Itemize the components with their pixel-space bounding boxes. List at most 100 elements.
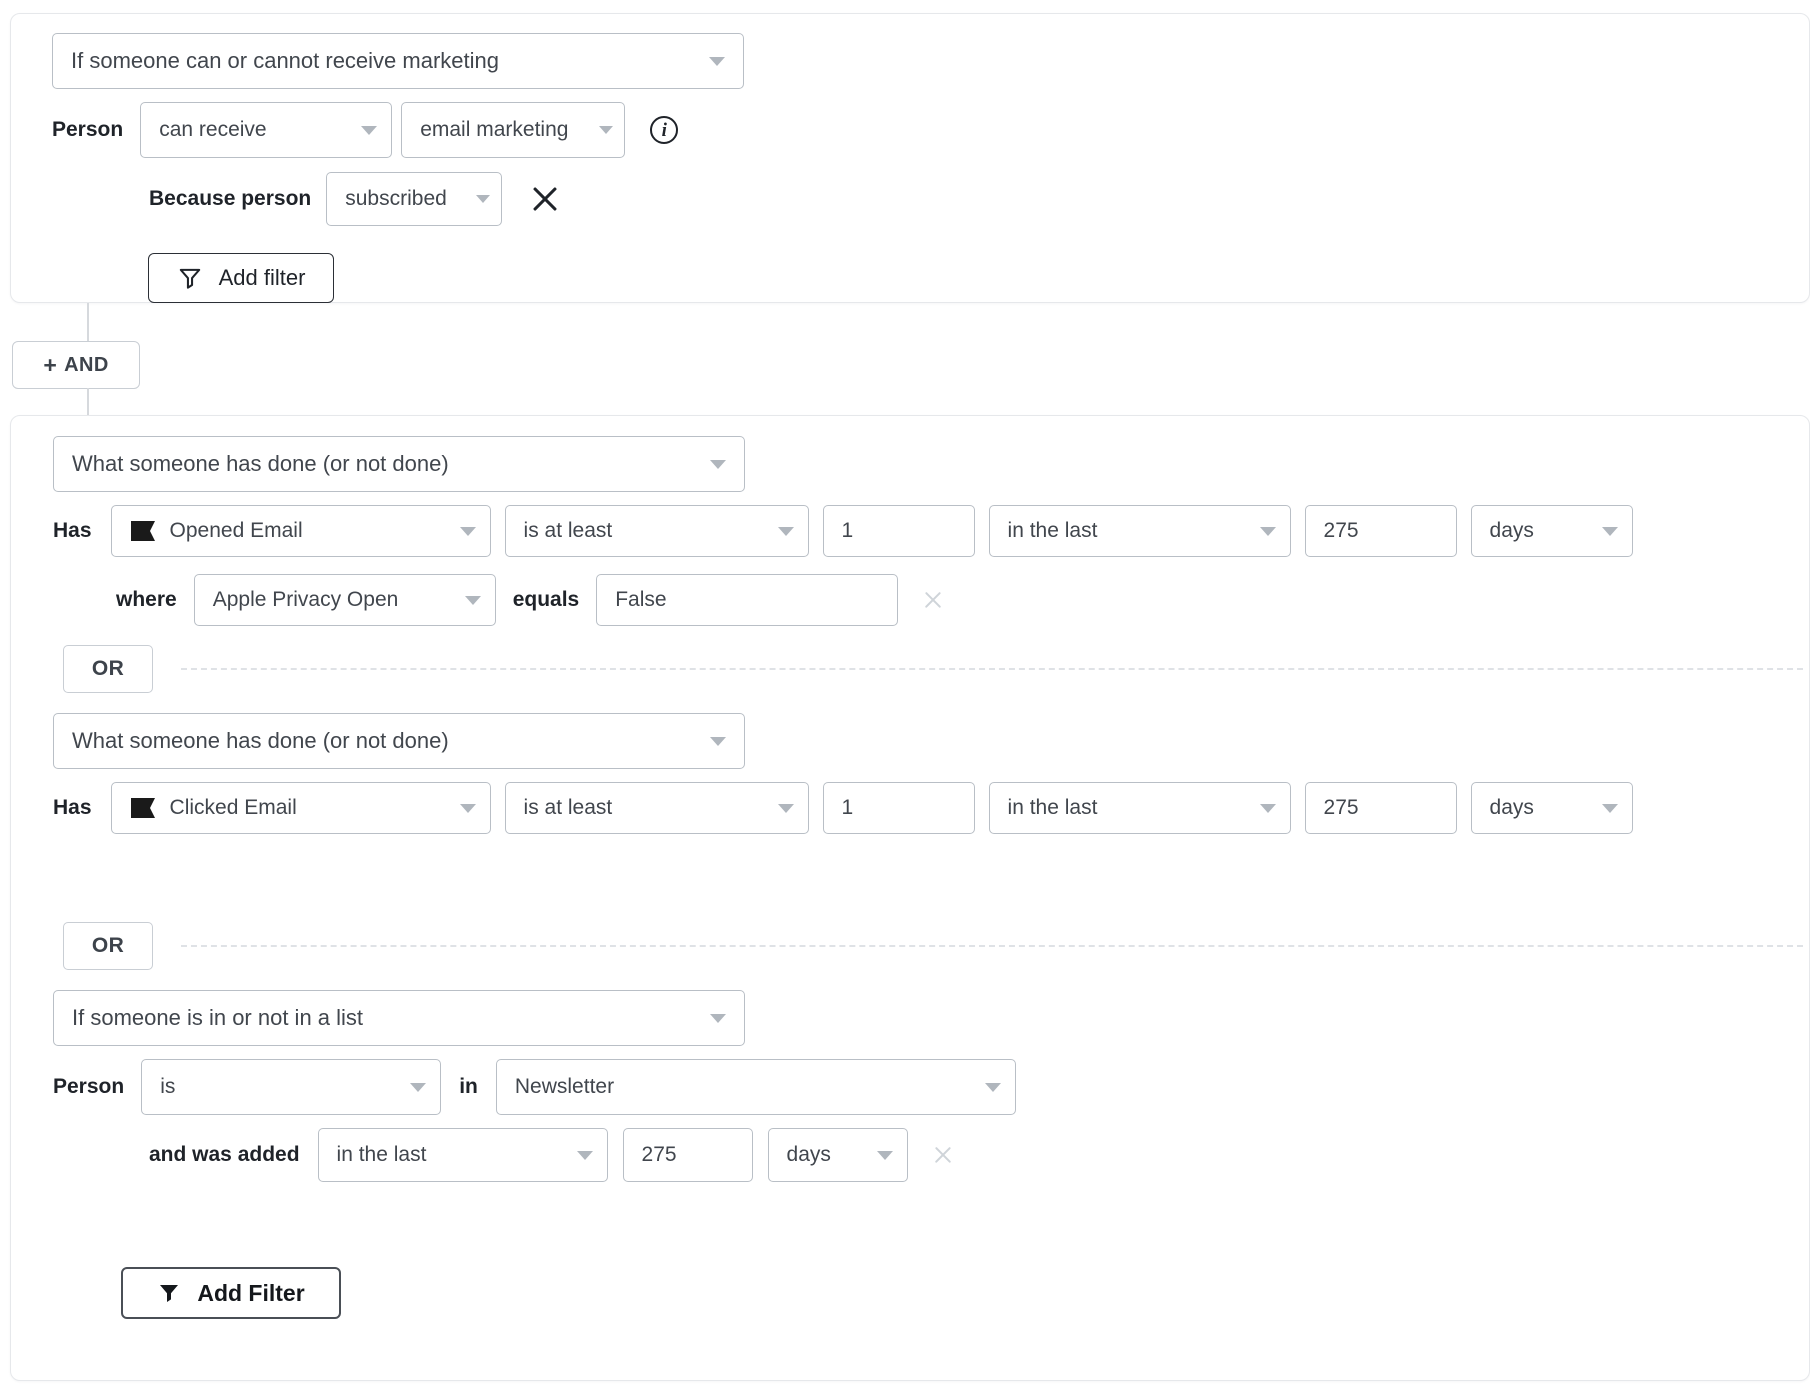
opened-email-amount-value: 275 — [1324, 519, 1359, 543]
remove-x-icon[interactable] — [930, 1142, 956, 1168]
or-divider-1: OR — [63, 645, 1803, 693]
clicked-email-event-value: Clicked Email — [170, 796, 297, 820]
opened-email-event-select[interactable]: Opened Email — [111, 505, 491, 557]
clicked-email-count-value: 1 — [842, 796, 854, 820]
opened-email-timeframe-select[interactable]: in the last — [989, 505, 1291, 557]
clicked-email-event-select[interactable]: Clicked Email — [111, 782, 491, 834]
in-list-type-row: If someone is in or not in a list — [53, 990, 745, 1046]
channel-value: email marketing — [420, 118, 568, 142]
chevron-down-icon — [778, 527, 794, 536]
and-label: AND — [64, 354, 109, 377]
condition-card-or-group: What someone has done (or not done) Has … — [10, 415, 1810, 1381]
info-circle-icon[interactable]: i — [650, 116, 678, 144]
added-timeframe-select[interactable]: in the last — [318, 1128, 608, 1182]
or-dashed-line — [181, 945, 1803, 947]
added-amount-input[interactable]: 275 — [623, 1128, 753, 1182]
chevron-down-icon — [778, 804, 794, 813]
or-button-2[interactable]: OR — [63, 922, 153, 970]
close-icon[interactable] — [529, 183, 561, 215]
added-timeframe-value: in the last — [337, 1143, 427, 1167]
chevron-down-icon — [361, 126, 377, 135]
opened-email-type-row: What someone has done (or not done) — [53, 436, 745, 492]
funnel-solid-icon — [157, 1281, 181, 1305]
event-flag-icon — [130, 520, 156, 542]
opened-email-operator-select[interactable]: is at least — [505, 505, 809, 557]
chevron-down-icon — [1260, 527, 1276, 536]
add-filter-label: Add Filter — [197, 1280, 304, 1307]
in-list-type-value: If someone is in or not in a list — [72, 1005, 363, 1031]
chevron-down-icon — [476, 195, 490, 203]
add-filter-label: Add filter — [219, 265, 306, 291]
marketing-person-row: Person can receive email marketing i — [52, 102, 678, 158]
chevron-down-icon — [709, 57, 725, 66]
opened-email-unit-select[interactable]: days — [1471, 505, 1633, 557]
event-flag-icon — [130, 797, 156, 819]
because-person-label: Because person — [149, 187, 311, 211]
clicked-email-unit-value: days — [1490, 796, 1534, 820]
clicked-email-amount-input[interactable]: 275 — [1305, 782, 1457, 834]
subscribed-select[interactable]: subscribed — [326, 172, 502, 226]
chevron-down-icon — [985, 1083, 1001, 1092]
clicked-email-timeframe-value: in the last — [1008, 796, 1098, 820]
in-list-type-select[interactable]: If someone is in or not in a list — [53, 990, 745, 1046]
added-amount-value: 275 — [642, 1143, 677, 1167]
list-name-value: Newsletter — [515, 1075, 614, 1099]
chevron-down-icon — [1602, 527, 1618, 536]
opened-email-timeframe-value: in the last — [1008, 519, 1098, 543]
marketing-type-select[interactable]: If someone can or cannot receive marketi… — [52, 33, 744, 89]
filter-property-select[interactable]: Apple Privacy Open — [194, 574, 496, 626]
can-receive-value: can receive — [159, 118, 266, 142]
clicked-email-timeframe-select[interactable]: in the last — [989, 782, 1291, 834]
opened-email-type-value: What someone has done (or not done) — [72, 451, 449, 477]
chevron-down-icon — [460, 804, 476, 813]
chevron-down-icon — [710, 737, 726, 746]
chevron-down-icon — [465, 596, 481, 605]
added-unit-select[interactable]: days — [768, 1128, 908, 1182]
clicked-email-unit-select[interactable]: days — [1471, 782, 1633, 834]
and-was-added-label: and was added — [149, 1143, 300, 1167]
marketing-type-row: If someone can or cannot receive marketi… — [52, 33, 744, 89]
opened-email-operator-value: is at least — [524, 519, 613, 543]
remove-x-icon[interactable] — [920, 587, 946, 613]
chevron-down-icon — [599, 126, 613, 134]
or-divider-2: OR — [63, 922, 1803, 970]
filter-value-input[interactable]: False — [596, 574, 898, 626]
add-filter-button-clicked-email[interactable]: Add Filter — [121, 1267, 341, 1319]
chevron-down-icon — [710, 1014, 726, 1023]
clicked-email-count-input[interactable]: 1 — [823, 782, 975, 834]
connector-line-bottom — [87, 388, 89, 416]
clicked-email-type-select[interactable]: What someone has done (or not done) — [53, 713, 745, 769]
clicked-email-row: Has Clicked Email is at least 1 in the l… — [53, 782, 1633, 834]
in-list-operator-value: is — [160, 1075, 175, 1099]
chevron-down-icon — [1260, 804, 1276, 813]
in-label: in — [459, 1075, 478, 1099]
can-receive-select[interactable]: can receive — [140, 102, 392, 158]
list-name-select[interactable]: Newsletter — [496, 1059, 1016, 1115]
add-and-group-button[interactable]: + AND — [12, 341, 140, 389]
plus-icon: + — [43, 354, 57, 377]
in-list-person-row: Person is in Newsletter — [53, 1059, 1016, 1115]
filter-value-text: False — [615, 588, 666, 612]
add-filter-button-marketing[interactable]: Add filter — [148, 253, 334, 303]
opened-email-count-input[interactable]: 1 — [823, 505, 975, 557]
opened-email-amount-input[interactable]: 275 — [1305, 505, 1457, 557]
opened-email-row: Has Opened Email is at least 1 in the la… — [53, 505, 1633, 557]
clicked-email-operator-select[interactable]: is at least — [505, 782, 809, 834]
channel-select[interactable]: email marketing — [401, 102, 625, 158]
chevron-down-icon — [710, 460, 726, 469]
chevron-down-icon — [460, 527, 476, 536]
equals-label: equals — [513, 588, 580, 612]
funnel-outline-icon — [177, 265, 203, 291]
opened-email-filter-row: where Apple Privacy Open equals False — [116, 574, 946, 626]
in-list-added-row: and was added in the last 275 days — [149, 1128, 956, 1182]
in-list-operator-select[interactable]: is — [141, 1059, 441, 1115]
person-label: Person — [53, 1075, 124, 1099]
added-unit-value: days — [787, 1143, 831, 1167]
or-button-1[interactable]: OR — [63, 645, 153, 693]
opened-email-count-value: 1 — [842, 519, 854, 543]
opened-email-type-select[interactable]: What someone has done (or not done) — [53, 436, 745, 492]
or-dashed-line — [181, 668, 1803, 670]
connector-line-top — [87, 303, 89, 341]
where-label: where — [116, 588, 177, 612]
segment-builder-page: If someone can or cannot receive marketi… — [0, 0, 1810, 1392]
